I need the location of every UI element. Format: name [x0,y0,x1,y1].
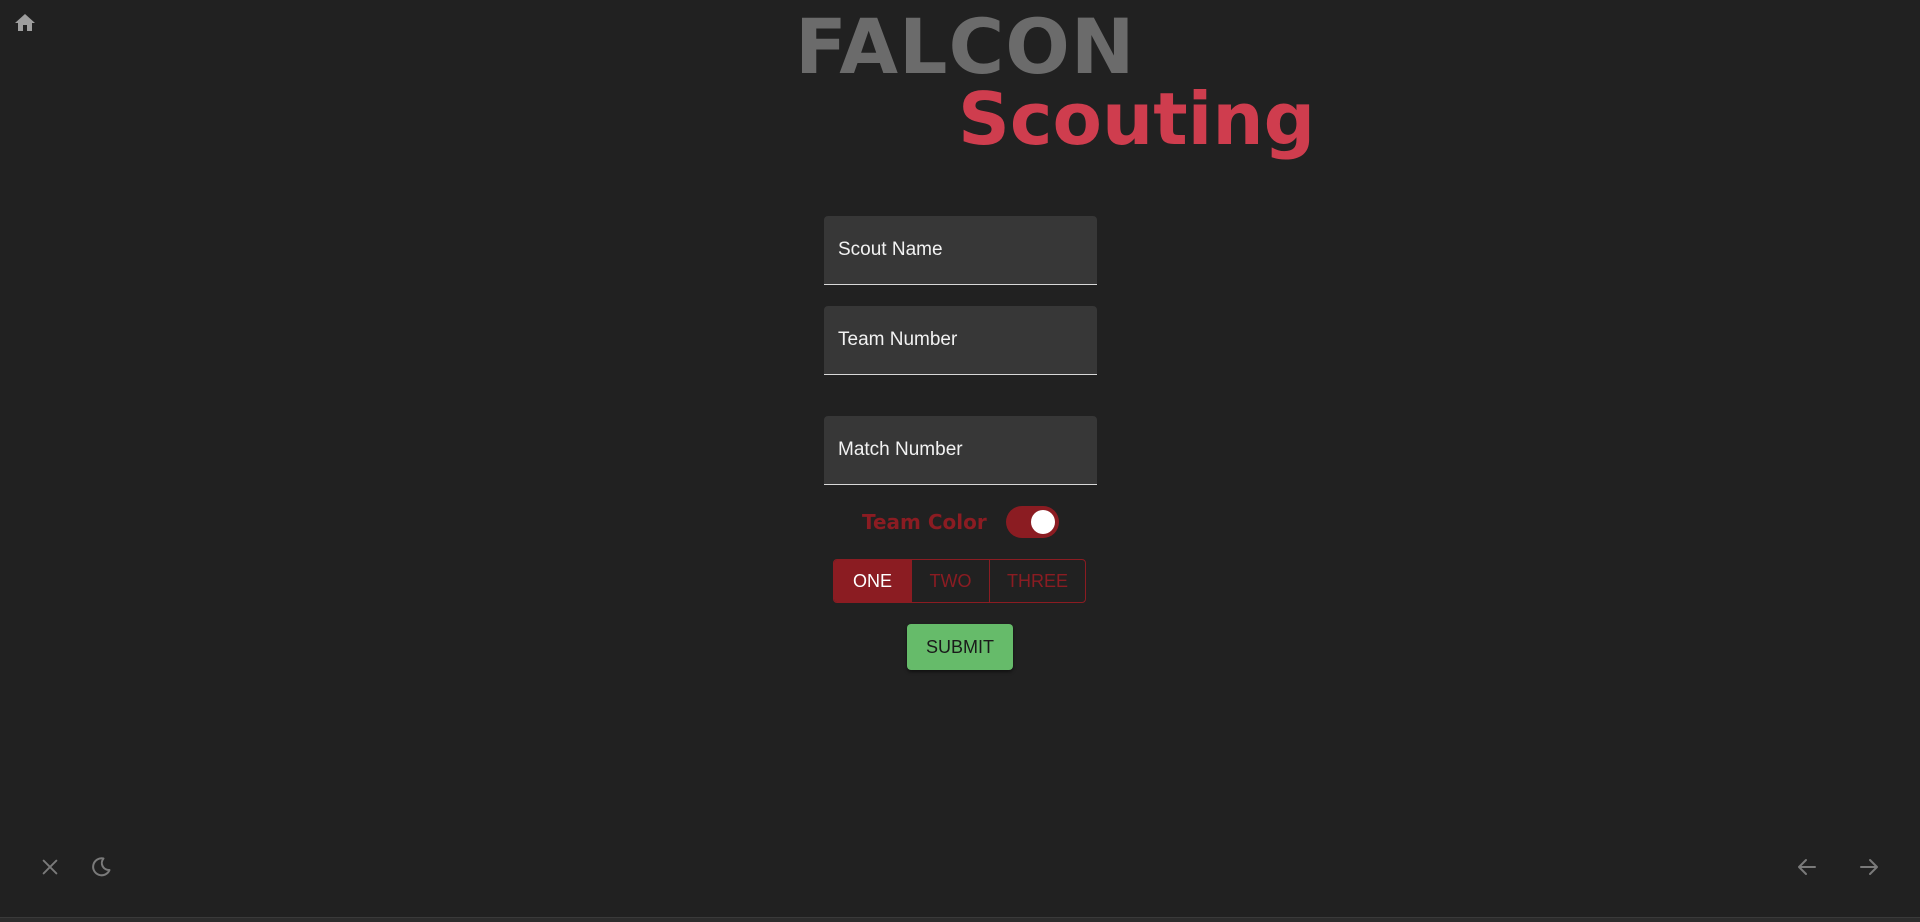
toggle-knob [1031,510,1055,534]
match-number-input[interactable] [824,416,1097,484]
forward-button[interactable] [1854,852,1884,882]
scouting-page: FALCON Scouting Team Color ONE TWO THREE… [0,0,1920,922]
team-color-label: Team Color [862,510,987,534]
position-selector: ONE TWO THREE [833,559,1086,603]
match-number-field [824,416,1097,485]
scout-name-field [824,216,1097,285]
close-button[interactable] [35,852,65,882]
close-icon [42,859,58,875]
arrow-left-icon [1798,859,1816,875]
submit-button[interactable]: SUBMIT [907,624,1013,670]
logo-scouting-text: Scouting [958,77,1316,161]
app-logo: FALCON Scouting [0,0,1920,170]
team-number-input[interactable] [824,306,1097,374]
team-number-field [824,306,1097,375]
position-two-button[interactable]: TWO [911,560,989,602]
bottom-divider [0,917,1920,922]
dark-mode-button[interactable] [86,852,116,882]
scout-name-input[interactable] [824,216,1097,284]
position-three-button[interactable]: THREE [989,560,1085,602]
team-color-toggle[interactable] [1006,506,1059,538]
arrow-right-icon [1860,859,1878,875]
back-button[interactable] [1792,852,1822,882]
position-one-button[interactable]: ONE [834,560,911,602]
moon-icon [92,857,111,877]
